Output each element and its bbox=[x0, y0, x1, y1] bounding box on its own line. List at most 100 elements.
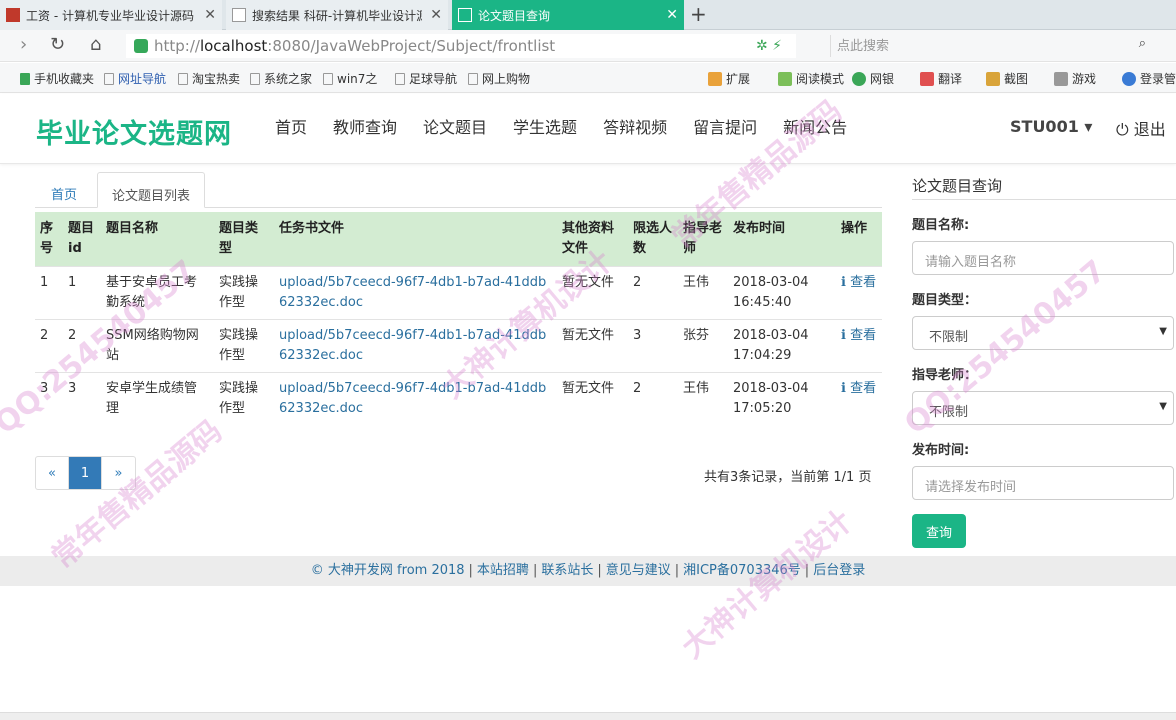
next-page-button[interactable]: » bbox=[102, 457, 135, 489]
footer-link-feedback[interactable]: 意见与建议 bbox=[606, 563, 671, 578]
page-icon bbox=[458, 8, 472, 22]
view-button[interactable]: ℹ 查看 bbox=[836, 266, 882, 320]
url-host: localhost bbox=[199, 37, 268, 55]
search-placeholder: 点此搜索 bbox=[837, 39, 890, 54]
reading-mode-button[interactable]: 阅读模式 bbox=[778, 70, 844, 87]
bank-button[interactable]: 网银 bbox=[852, 70, 894, 87]
cell-teacher: 张芬 bbox=[678, 319, 728, 373]
footer-admin-login[interactable]: 后台登录 bbox=[813, 563, 865, 578]
bookmark-item[interactable]: 足球导航 bbox=[395, 70, 457, 87]
grid-icon bbox=[708, 71, 722, 86]
topic-type-select[interactable]: 不限制 ▼ bbox=[912, 316, 1174, 350]
info-icon: ℹ bbox=[841, 381, 851, 396]
col-header: 题目名称 bbox=[101, 212, 214, 267]
speed-icon[interactable]: ✲ ⚡ bbox=[756, 38, 782, 54]
teacher-select[interactable]: 不限制 ▼ bbox=[912, 391, 1174, 425]
table-row: 3 3 安卓学生成绩管理 实践操作型 upload/5b7ceecd-96f7-… bbox=[35, 372, 882, 425]
nav-news[interactable]: 新闻公告 bbox=[783, 114, 847, 138]
topics-table: 序号 题目id 题目名称 题目类型 任务书文件 其他资料文件 限选人数 指导老师… bbox=[35, 212, 882, 425]
cell-limit: 2 bbox=[628, 266, 678, 320]
footer-icp[interactable]: 湘ICP备0703346号 bbox=[683, 563, 801, 578]
close-tab-icon[interactable]: ✕ bbox=[666, 7, 678, 23]
screenshot-button[interactable]: 截图 bbox=[986, 70, 1028, 87]
view-label: 查看 bbox=[850, 275, 877, 290]
nav-home[interactable]: 首页 bbox=[275, 114, 307, 138]
cell-task-file-link[interactable]: upload/5b7ceecd-96f7-4db1-b7ad-41ddb6233… bbox=[274, 266, 557, 320]
col-header: 其他资料文件 bbox=[557, 212, 628, 267]
url-prefix: http:// bbox=[154, 37, 200, 55]
browser-tab-2[interactable]: 搜索结果 科研-计算机毕业设计源 ✕ bbox=[226, 0, 448, 30]
power-icon: ⏻ bbox=[1116, 120, 1129, 139]
nav-thesis-topics[interactable]: 论文题目 bbox=[423, 114, 487, 138]
search-icon[interactable]: ⌕ bbox=[1139, 36, 1146, 51]
bookmark-item[interactable]: win7之 bbox=[323, 70, 377, 87]
col-header: 任务书文件 bbox=[274, 212, 557, 267]
bookmark-item[interactable]: 网址导航 bbox=[104, 70, 166, 87]
bookmark-item[interactable]: 淘宝热卖 bbox=[178, 70, 240, 87]
page-icon bbox=[178, 72, 188, 85]
page-1-button[interactable]: 1 bbox=[69, 457, 102, 489]
cell-other-file: 暂无文件 bbox=[557, 319, 628, 373]
view-button[interactable]: ℹ 查看 bbox=[836, 372, 882, 425]
footer-link-contact[interactable]: 联系站长 bbox=[541, 563, 593, 578]
close-tab-icon[interactable]: ✕ bbox=[204, 7, 216, 23]
logout-button[interactable]: ⏻ 退出 bbox=[1116, 116, 1166, 140]
view-button[interactable]: ℹ 查看 bbox=[836, 319, 882, 373]
nav-student-selection[interactable]: 学生选题 bbox=[513, 114, 577, 138]
user-menu[interactable]: STU001 ▾ bbox=[1010, 117, 1092, 136]
publish-time-input[interactable]: 请选择发布时间 bbox=[912, 466, 1174, 500]
cell-task-file-link[interactable]: upload/5b7ceecd-96f7-4db1-b7ad-41ddb6233… bbox=[274, 319, 557, 373]
translate-button[interactable]: 翻译 bbox=[920, 70, 962, 87]
topic-name-input[interactable]: 请输入题目名称 bbox=[912, 241, 1174, 275]
caret-down-icon: ▼ bbox=[1159, 401, 1167, 412]
login-manager-button[interactable]: 登录管 bbox=[1122, 70, 1176, 87]
nav-message[interactable]: 留言提问 bbox=[693, 114, 757, 138]
info-icon: ℹ bbox=[841, 328, 851, 343]
games-button[interactable]: 游戏 bbox=[1054, 70, 1096, 87]
tab-topic-list[interactable]: 论文题目列表 bbox=[97, 172, 206, 208]
bookmark-item[interactable]: 网上购物 bbox=[468, 70, 530, 87]
browser-tab-3-active[interactable]: 论文题目查询 ✕ bbox=[452, 0, 684, 30]
browser-tab-label: 工资 - 计算机专业毕业设计源码 bbox=[26, 8, 194, 23]
panel-title: 论文题目查询 bbox=[912, 166, 1176, 200]
info-icon: ℹ bbox=[841, 275, 851, 290]
cell-type: 实践操作型 bbox=[214, 319, 274, 373]
content-tabs: 首页 论文题目列表 bbox=[35, 166, 882, 208]
browser-tab-label: 搜索结果 科研-计算机毕业设计源 bbox=[252, 8, 422, 23]
cell-time: 2018-03-04 16:45:40 bbox=[728, 266, 836, 320]
forward-icon[interactable]: › bbox=[20, 34, 27, 55]
close-tab-icon[interactable]: ✕ bbox=[430, 7, 442, 23]
browser-search-input[interactable]: 点此搜索 ⌕ bbox=[830, 35, 1152, 57]
nav-teacher-query[interactable]: 教师查询 bbox=[333, 114, 397, 138]
page-icon bbox=[250, 72, 260, 85]
publish-time-label: 发布时间: bbox=[912, 443, 970, 458]
query-button[interactable]: 查询 bbox=[912, 514, 966, 548]
cell-task-file-link[interactable]: upload/5b7ceecd-96f7-4db1-b7ad-41ddb6233… bbox=[274, 372, 557, 425]
new-tab-icon[interactable]: + bbox=[690, 2, 707, 26]
reload-icon[interactable]: ↻ bbox=[50, 34, 65, 55]
site-logo[interactable]: 毕业论文选题网 bbox=[36, 112, 232, 151]
footer-copyright: © 大神开发网 from 2018 bbox=[310, 563, 465, 578]
cell-name: 基于安卓员工考勤系统 bbox=[101, 266, 214, 320]
nav-defense-video[interactable]: 答辩视频 bbox=[603, 114, 667, 138]
extensions-button[interactable]: 扩展 bbox=[708, 70, 750, 87]
table-header-row: 序号 题目id 题目名称 题目类型 任务书文件 其他资料文件 限选人数 指导老师… bbox=[35, 212, 882, 267]
page-info: 共有3条记录，当前第 1/1 页 bbox=[704, 470, 872, 485]
cell-limit: 3 bbox=[628, 319, 678, 373]
teacher-label: 指导老师： bbox=[912, 368, 978, 383]
prev-page-button[interactable]: « bbox=[36, 457, 69, 489]
cell-other-file: 暂无文件 bbox=[557, 372, 628, 425]
footer-link-jobs[interactable]: 本站招聘 bbox=[477, 563, 529, 578]
bookmark-item[interactable]: 手机收藏夹 bbox=[20, 70, 94, 87]
cell-no: 3 bbox=[35, 372, 63, 425]
cell-id: 2 bbox=[63, 319, 101, 373]
browser-tab-1[interactable]: 工资 - 计算机专业毕业设计源码 ✕ bbox=[0, 0, 222, 30]
cell-id: 1 bbox=[63, 266, 101, 320]
page-icon bbox=[468, 72, 478, 85]
home-icon[interactable]: ⌂ bbox=[90, 34, 101, 55]
cell-teacher: 王伟 bbox=[678, 372, 728, 425]
tab-home[interactable]: 首页 bbox=[37, 172, 91, 208]
bookmark-item[interactable]: 系统之家 bbox=[250, 70, 312, 87]
page-icon bbox=[395, 72, 405, 85]
url-field[interactable]: http://localhost:8080/JavaWebProject/Sub… bbox=[126, 34, 796, 58]
